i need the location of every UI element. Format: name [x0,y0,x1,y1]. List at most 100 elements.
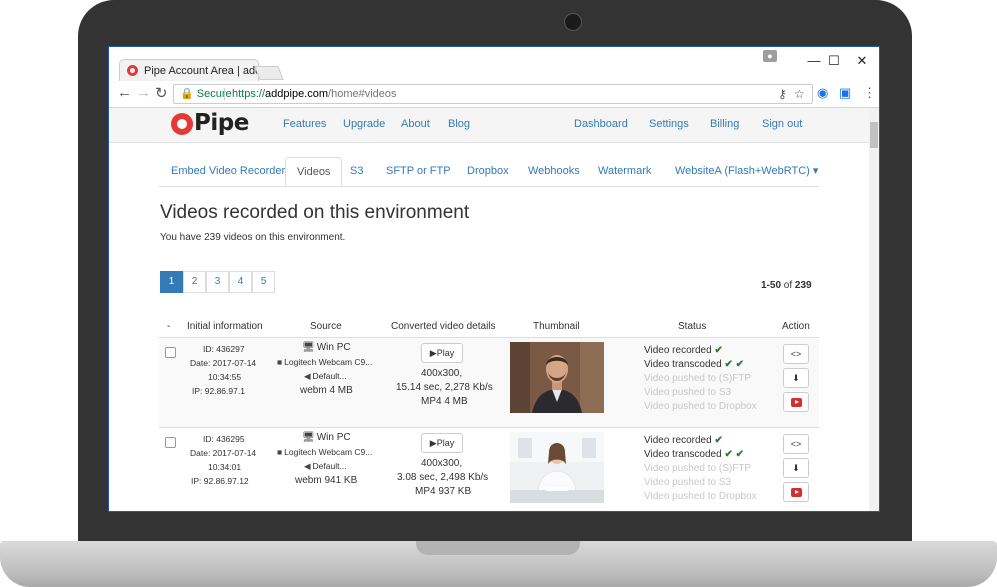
profile-icon[interactable]: ● [763,50,777,62]
nav-blog[interactable]: Blog [448,118,470,130]
video-thumbnail[interactable] [510,432,604,503]
speaker-icon: ◀ [304,461,311,471]
key-icon[interactable]: ⚷ [778,85,787,103]
source-os-label: Win PC [316,432,351,443]
webcam-icon [564,13,582,31]
pipe-logo-icon [171,113,193,135]
status-recorded-label: Video recorded [644,435,712,446]
row-checkbox[interactable] [165,437,176,448]
back-arrow-icon[interactable]: ← [117,84,132,101]
address-bar[interactable]: 🔒 Secure https://addpipe.com/home#videos… [173,84,813,104]
status-recorded-label: Video recorded [644,345,712,356]
environment-dropdown[interactable]: WebsiteA (Flash+WebRTC) ▾ [675,157,818,186]
camera-icon: ■ [277,357,283,367]
embed-code-button[interactable]: <> [783,344,809,364]
results-range: 1-50 of 239 [761,280,812,291]
url-text: https://addpipe.com/home#videos [232,85,397,103]
video-time: 10:34:55 [208,372,242,382]
youtube-upload-button[interactable] [783,482,809,502]
forward-arrow-icon[interactable]: → [136,84,151,101]
laptop-notch [416,541,580,555]
video-id: ID: 436295 [203,434,245,444]
menu-kebab-icon[interactable]: ⋮ [863,85,876,101]
status-recorded: Video recorded ✔ [644,345,723,356]
converted-resolution: 400x300, [421,368,463,379]
nav-upgrade[interactable]: Upgrade [343,118,385,130]
youtube-icon [790,488,802,498]
new-tab-button[interactable] [254,66,284,80]
browser-window: Pipe Account Area | add ● — ☐ ✕ ← → ↻ 🔒 … [108,46,880,512]
browser-titlebar: Pipe Account Area | add ● — ☐ ✕ [109,47,879,81]
cloud-download-icon: ⬇ [792,373,800,383]
status-transcoded: Video transcoded ✔ ✔ [644,359,744,370]
nav-features[interactable]: Features [283,118,326,130]
url-scheme: https:// [232,88,266,100]
page-5-button[interactable]: 5 [252,271,275,293]
page-1-button[interactable]: 1 [160,271,183,293]
page-3-button[interactable]: 3 [206,271,229,293]
camera-icon: ■ [277,447,283,457]
extension-icon[interactable]: ◉ [817,85,828,101]
col-status: Status [678,321,707,332]
maximize-button[interactable]: ☐ [819,51,849,71]
page-4-button[interactable]: 4 [229,271,252,293]
tab-webhooks[interactable]: Webhooks [528,157,580,186]
nav-dashboard[interactable]: Dashboard [574,118,628,130]
browser-tab[interactable]: Pipe Account Area | add [119,59,259,81]
youtube-upload-button[interactable] [783,392,809,412]
source-os: 🖥 Win PC [302,342,351,353]
tab-videos[interactable]: Videos [285,157,343,186]
embed-code-button[interactable]: <> [783,434,809,454]
omnibox-divider [224,88,225,100]
youtube-icon [790,398,802,408]
source-size: webm 941 KB [295,475,358,486]
video-time: 10:34:01 [208,462,242,472]
close-window-button[interactable]: ✕ [847,51,877,71]
reload-icon[interactable]: ↻ [155,84,168,102]
nav-billing[interactable]: Billing [710,118,739,130]
download-button[interactable]: ⬇ [783,458,809,478]
source-size: webm 4 MB [300,385,353,396]
video-ip: IP: 92.86.97.1 [192,386,245,396]
video-thumbnail[interactable] [510,342,604,413]
scrollbar-thumb[interactable] [870,122,878,148]
table-row: ID: 436295 Date: 2017-07-14 10:34:01 IP:… [159,428,819,511]
page-title: Videos recorded on this environment [160,202,470,223]
embed-code-icon: <> [790,439,802,449]
logo-text: Pipe [194,110,249,136]
speaker-icon: ◀ [304,371,311,381]
page-2-button[interactable]: 2 [183,271,206,293]
source-mic-label: Default... [312,461,347,471]
tab-sftp-or-ftp[interactable]: SFTP or FTP [386,157,451,186]
source-camera: ■ Logitech Webcam C9... [277,357,372,367]
pipe-favicon-icon [127,65,138,76]
double-checkmark-icon: ✔ ✔ [724,449,744,460]
lock-icon: 🔒 [180,88,194,100]
nav-about[interactable]: About [401,118,430,130]
range-total: 239 [794,280,812,291]
bookmark-star-icon[interactable]: ☆ [794,85,805,103]
tab-dropbox[interactable]: Dropbox [467,157,509,186]
tab-watermark[interactable]: Watermark [598,157,651,186]
source-mic: ◀ Default... [304,371,347,382]
cast-icon[interactable]: ▣ [839,85,851,101]
play-button[interactable]: ▶Play [421,343,463,363]
source-camera-label: Logitech Webcam C9... [284,357,373,367]
page-scrollbar[interactable] [869,108,879,511]
col-initial-information: Initial information [187,321,263,332]
play-button[interactable]: ▶Play [421,433,463,453]
nav-settings[interactable]: Settings [649,118,689,130]
row-checkbox[interactable] [165,347,176,358]
nav-sign-out[interactable]: Sign out [762,118,802,130]
download-button[interactable]: ⬇ [783,368,809,388]
col-source: Source [310,321,342,332]
browser-toolbar: ← → ↻ 🔒 Secure https://addpipe.com/home#… [109,81,879,108]
site-navbar: Pipe Features Upgrade About Blog Dashboa… [109,108,869,143]
source-os: 🖥 Win PC [302,432,351,443]
video-date: Date: 2017-07-14 [190,448,257,458]
tab-s3[interactable]: S3 [350,157,363,186]
cloud-download-icon: ⬇ [792,463,800,473]
tab-embed-video-recorder[interactable]: Embed Video Recorder [171,157,285,186]
range-text: 1-50 [761,280,782,291]
status-transcoded: Video transcoded ✔ ✔ [644,449,744,460]
